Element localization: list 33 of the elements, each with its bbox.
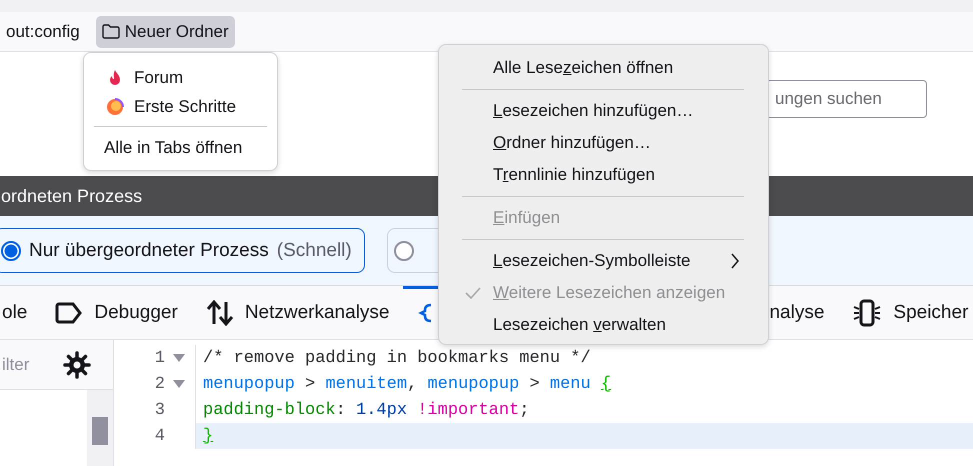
filter-field[interactable]: ilter (0, 354, 44, 376)
line-number: 1 (154, 348, 165, 368)
scrollbar-thumb[interactable] (92, 417, 108, 445)
menu-item[interactable]: Lesezeichen-Symbolleiste (439, 245, 768, 277)
up-down-arrows-icon (206, 300, 234, 326)
code-line: /* remove padding in bookmarks menu */ (202, 348, 592, 370)
chevron-right-icon (730, 253, 740, 269)
line-number: 2 (154, 374, 165, 394)
bookmark-link[interactable]: out:config (0, 16, 86, 48)
tool-tab[interactable]: Speicher (838, 286, 973, 339)
bookmark-menu-item[interactable]: Erste Schritte (84, 92, 277, 121)
tool-tab[interactable]: ole (0, 286, 42, 339)
line-number: 3 (154, 400, 165, 420)
check-icon (465, 287, 481, 299)
mode-option[interactable]: Nur übergeordneter Prozess (Schnell) (0, 228, 365, 273)
tool-tab[interactable]: Debugger (41, 286, 192, 339)
fold-arrow-icon[interactable] (173, 380, 185, 388)
bookmark-folder[interactable]: Neuer Ordner (96, 16, 235, 48)
folder-icon (102, 24, 120, 39)
menu-item[interactable]: Ordner hinzufügen… (439, 127, 768, 159)
code-line: menupopup > menuitem, menupopup > menu { (202, 374, 612, 396)
menu-item[interactable]: Trennlinie hinzufügen (439, 159, 768, 191)
line-number: 4 (154, 426, 165, 446)
toolbox-title: ordneten Prozess (1, 186, 142, 206)
menu-item[interactable]: Alle in Tabs öffnen (84, 133, 277, 162)
swirl-icon (106, 98, 124, 116)
tool-tab[interactable]: Netzwerkanalyse (192, 286, 404, 339)
settings-icon[interactable] (63, 350, 91, 378)
chip-icon (852, 298, 882, 326)
tag-icon (55, 302, 84, 324)
fold-arrow-icon[interactable] (173, 354, 185, 362)
bookmark-menu-item[interactable]: Forum (84, 63, 277, 92)
code-line: padding-block: 1.4px !important; (202, 400, 530, 422)
